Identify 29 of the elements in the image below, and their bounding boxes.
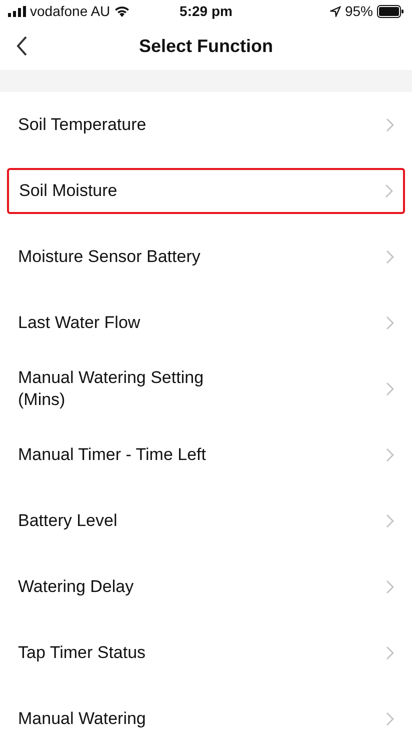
wifi-icon [114,5,130,17]
chevron-right-icon [386,580,394,594]
function-item[interactable]: Last Water Flow [7,301,405,345]
battery-percent: 95% [344,2,373,20]
page-title: Select Function [138,34,273,58]
battery-icon [376,4,404,18]
signal-icon [8,6,26,16]
function-item[interactable]: Battery Level [7,499,405,543]
chevron-right-icon [386,316,394,330]
function-item[interactable]: Manual Watering [7,697,405,733]
chevron-right-icon [386,118,394,132]
function-item[interactable]: Watering Delay [7,565,405,609]
function-item[interactable]: Manual Watering Setting (Mins) [7,367,405,411]
chevron-right-icon [386,646,394,660]
function-item[interactable]: Moisture Sensor Battery [7,235,405,279]
function-item[interactable]: Manual Timer - Time Left [7,433,405,477]
chevron-right-icon [386,250,394,264]
back-chevron-icon [16,36,28,56]
chevron-right-icon [386,514,394,528]
function-item[interactable]: Tap Timer Status [7,631,405,675]
chevron-right-icon [386,448,394,462]
function-item[interactable]: Soil Temperature [7,103,405,147]
chevron-right-icon [386,712,394,726]
carrier-name: vodafone AU [30,2,110,20]
clock-time: 5:29 pm [180,2,232,21]
chevron-right-icon [385,184,393,198]
location-arrow-icon [330,6,341,16]
chevron-right-icon [386,382,394,396]
function-item[interactable]: Soil Moisture [7,168,405,214]
